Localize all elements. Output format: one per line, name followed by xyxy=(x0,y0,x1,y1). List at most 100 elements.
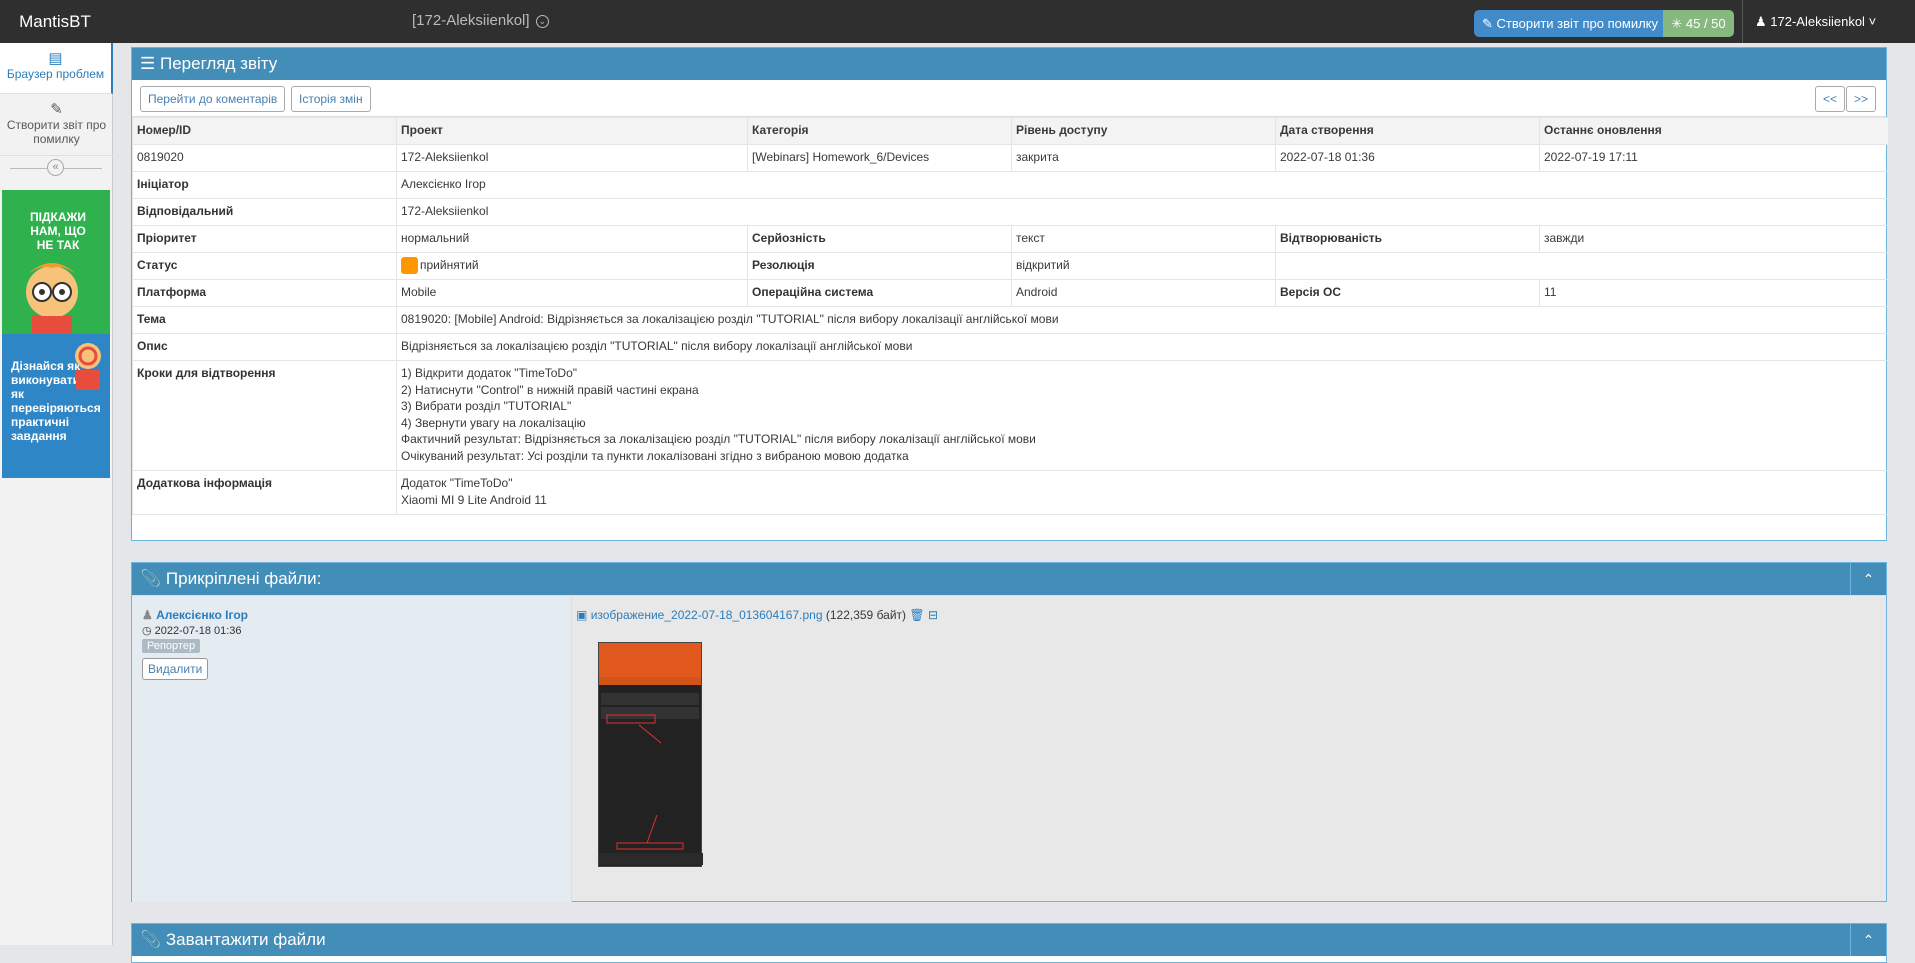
username: 172-Aleksiienkol xyxy=(1770,14,1865,29)
clock-icon: ◷ xyxy=(142,625,152,637)
attachment-thumbnail[interactable] xyxy=(598,642,703,867)
platform-value: Mobile xyxy=(396,279,748,307)
additional-info-value: Додаток "TimeToDo" Xiaomi MI 9 Lite Andr… xyxy=(396,470,1889,515)
steps-value: 1) Відкрити додаток "TimeToDo" 2) Натисн… xyxy=(396,360,1889,471)
attachments-panel: 📎 Прикріплені файли: ⌃ ♟ Алексієнко Ігор… xyxy=(131,562,1887,902)
col-header: Рівень доступу xyxy=(1011,117,1276,145)
file-size: (122,359 байт) xyxy=(825,608,907,622)
brand-logo[interactable]: MantisBT xyxy=(0,12,110,32)
history-button[interactable]: Історія змін xyxy=(291,86,371,112)
panel-title: Прикріплені файли: xyxy=(165,569,322,588)
attachment-meta: ♟ Алексієнко Ігор ◷ 2022-07-18 01:36 Реп… xyxy=(132,596,572,902)
col-header: Проект xyxy=(396,117,748,145)
issue-category: [Webinars] Homework_6/Devices xyxy=(747,144,1012,172)
image-file-icon: ▣ xyxy=(576,608,588,622)
project-name: [172-Aleksiienkol] xyxy=(412,12,530,29)
banner-text: ПІДКАЖИ НАМ, ЩО НЕ ТАК xyxy=(30,210,86,252)
description-value: Відрізняється за локалізацією розділ "TU… xyxy=(396,333,1889,361)
field-label: Додаткова інформація xyxy=(132,470,397,515)
table-row: Тема 0819020: [Mobile] Android: Відрізня… xyxy=(132,306,1889,334)
thumbnail-tabs xyxy=(599,677,701,685)
paperclip-icon: 📎 xyxy=(140,569,162,588)
table-row: 0819020 172-Aleksiienkol [Webinars] Home… xyxy=(132,144,1889,172)
table-row: Платформа Mobile Операційна система Andr… xyxy=(132,279,1889,307)
os-value: Android xyxy=(1011,279,1276,307)
delete-button[interactable]: Видалити xyxy=(142,658,209,680)
panel-title: Завантажити файли xyxy=(165,930,326,949)
field-label: Ініціатор xyxy=(132,171,397,199)
sidebar-item-report[interactable]: ✎ Створити звіт про помилку xyxy=(0,94,113,156)
severity-value: текст xyxy=(1011,225,1276,253)
info-line: Xiaomi MI 9 Lite Android 11 xyxy=(401,492,547,507)
resolution-value: відкритий xyxy=(1011,252,1276,280)
summary-value: 0819020: [Mobile] Android: Відрізняється… xyxy=(396,306,1889,334)
file-link[interactable]: изображение_2022-07-18_013604167.png xyxy=(591,608,823,622)
os-version-value: 11 xyxy=(1539,279,1889,307)
reproducibility-value: завжди xyxy=(1539,225,1889,253)
field-label: Відтворюваність xyxy=(1275,225,1540,253)
goto-notes-button[interactable]: Перейти до коментарів xyxy=(140,86,286,112)
count-label: 45 / 50 xyxy=(1685,16,1726,31)
user-icon: ♟ xyxy=(142,608,153,622)
date-value: 2022-07-18 01:36 xyxy=(154,625,242,637)
trash-icon[interactable]: 🗑 xyxy=(909,608,924,622)
double-chevron-left-icon[interactable]: « xyxy=(47,159,64,176)
chevron-up-icon[interactable]: ⌃ xyxy=(1850,563,1886,595)
prev-issue-button[interactable]: << xyxy=(1815,86,1846,112)
field-label: Опис xyxy=(132,333,397,361)
navbar: MantisBT [172-Aleksiienkol] ⌄ ✎ Створити… xyxy=(0,0,1915,43)
step-line: 4) Звернути увагу на локалізацію xyxy=(401,415,586,430)
col-header: Категорія xyxy=(747,117,1012,145)
chevron-up-icon[interactable]: ⌃ xyxy=(1850,924,1886,956)
thumbnail-header xyxy=(599,643,701,677)
author-name: Алексієнко Ігор xyxy=(156,608,248,622)
field-label: Статус xyxy=(132,252,397,280)
assigned-value: 172-Aleksiienkol xyxy=(396,198,1889,226)
minus-square-icon[interactable]: ⊟ xyxy=(928,608,938,622)
status-cell: прийнятий xyxy=(396,252,748,280)
status-value: прийнятий xyxy=(420,258,479,272)
priority-value: нормальний xyxy=(396,225,748,253)
chevron-down-icon: ˅ xyxy=(1868,14,1877,29)
step-line: 3) Вибрати розділ "TUTORIAL" xyxy=(401,399,572,413)
col-header: Останнє оновлення xyxy=(1539,117,1889,145)
info-line: Додаток "TimeToDo" xyxy=(401,476,513,490)
step-line: Очікуваний результат: Усі розділи та пун… xyxy=(401,448,909,463)
table-row: Кроки для відтворення 1) Відкрити додато… xyxy=(132,360,1889,471)
table-row: Опис Відрізняється за локалізацією розді… xyxy=(132,333,1889,361)
field-label: Платформа xyxy=(132,279,397,307)
feedback-banner[interactable]: ПІДКАЖИ НАМ, ЩО НЕ ТАК xyxy=(2,190,110,334)
col-header: Дата створення xyxy=(1275,117,1540,145)
empty-cell xyxy=(1275,252,1889,280)
file-info: ▣ изображение_2022-07-18_013604167.png (… xyxy=(576,608,938,622)
attachment-date: ◷ 2022-07-18 01:36 xyxy=(142,624,242,637)
field-label: Резолюція xyxy=(747,252,1012,280)
sidebar-collapse[interactable]: « xyxy=(0,156,112,180)
col-header: Номер/ID xyxy=(132,117,397,145)
sidebar-item-label: Створити звіт про помилку xyxy=(6,118,107,146)
role-badge: Репортер xyxy=(142,639,201,653)
report-issue-button[interactable]: ✎ Створити звіт про помилку xyxy=(1474,10,1663,37)
monitor-count-button[interactable]: ✳ 45 / 50 xyxy=(1663,10,1734,37)
step-line: 2) Натиснути "Control" в нижній правій ч… xyxy=(401,382,699,397)
table-row: Додаткова інформація Додаток "TimeToDo" … xyxy=(132,470,1889,515)
sidebar-item-label: Браузер проблем xyxy=(6,67,105,81)
issue-project: 172-Aleksiienkol xyxy=(396,144,748,172)
field-label: Версія ОС xyxy=(1275,279,1540,307)
edit-icon: ✎ xyxy=(1482,16,1493,31)
sidebar-item-issues[interactable]: ▤ Браузер проблем xyxy=(0,43,113,94)
field-label: Кроки для відтворення xyxy=(132,360,397,471)
user-menu[interactable]: ♟ 172-Aleksiienkol ˅ xyxy=(1742,0,1915,43)
status-color-icon xyxy=(401,257,418,275)
issue-table: Номер/ID Проект Категорія Рівень доступу… xyxy=(132,117,1889,515)
issue-details-panel: ☰ Перегляд звіту Перейти до коментарів І… xyxy=(131,47,1889,541)
sidebar: ▤ Браузер проблем ✎ Створити звіт про по… xyxy=(0,43,113,945)
tasks-banner[interactable]: Дізнайся як виконувати і як перевіряютьс… xyxy=(2,334,110,478)
issue-date-submitted: 2022-07-18 01:36 xyxy=(1275,144,1540,172)
next-issue-button[interactable]: >> xyxy=(1846,86,1877,112)
report-issue-label: Створити звіт про помилку xyxy=(1496,16,1659,31)
panel-title: Перегляд звіту xyxy=(159,54,278,73)
author-link[interactable]: ♟ Алексієнко Ігор xyxy=(142,608,248,622)
issue-view-state: закрита xyxy=(1011,144,1276,172)
project-selector[interactable]: [172-Aleksiienkol] ⌄ xyxy=(412,12,549,29)
